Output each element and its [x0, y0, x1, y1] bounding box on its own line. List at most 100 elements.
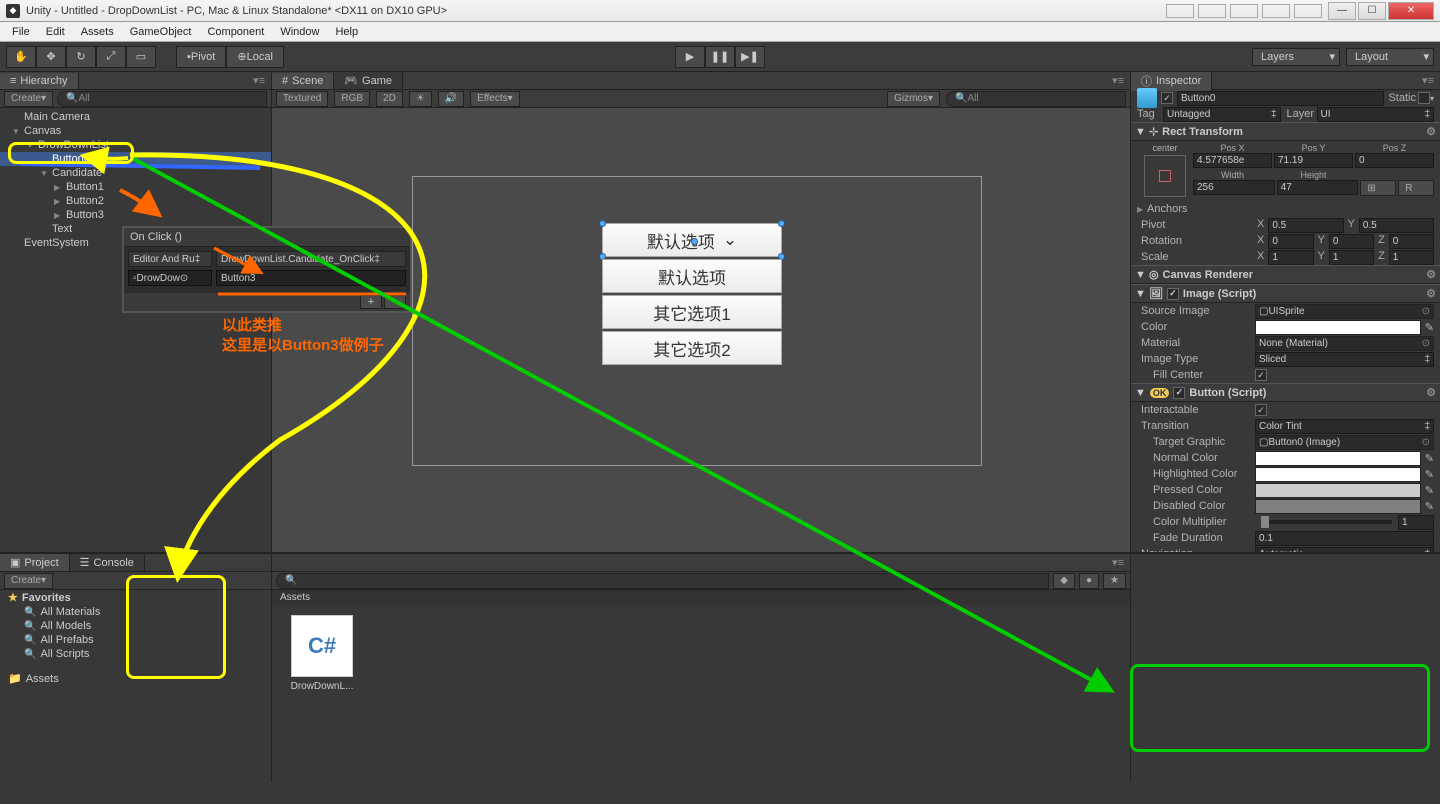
fade-duration-field[interactable]: 0.1 [1255, 531, 1434, 546]
object-name-field[interactable]: Button0 [1177, 91, 1384, 106]
assets-folder[interactable]: Assets [26, 673, 59, 685]
game-tab[interactable]: 🎮 Game [334, 72, 403, 89]
menu-edit[interactable]: Edit [38, 24, 73, 40]
filter-icon[interactable]: ● [1079, 573, 1099, 589]
image-header[interactable]: ▼ 🖼 ✓ Image (Script)⚙ [1131, 284, 1440, 303]
fav-item[interactable]: All Models [40, 620, 91, 632]
onclick-mode-dropdown[interactable]: Editor And Ru‡ [128, 251, 212, 267]
project-tab[interactable]: ▣ Project [0, 554, 70, 571]
anchor-preset[interactable]: center [1137, 143, 1193, 199]
layers-dropdown[interactable]: Layers [1252, 48, 1340, 66]
filter-icon[interactable]: ★ [1103, 573, 1126, 589]
eyedropper-icon[interactable]: ✎ [1421, 468, 1434, 481]
target-graphic-field[interactable]: ▢Button0 (Image)⊙ [1255, 435, 1434, 450]
menu-gameobject[interactable]: GameObject [122, 24, 200, 40]
rot-z[interactable]: 0 [1389, 234, 1434, 249]
raw-edit-icon[interactable]: R [1398, 180, 1434, 196]
gizmo-handle[interactable] [778, 220, 785, 227]
dropdown-header[interactable]: 默认选项 ⌄ [602, 223, 782, 257]
hierarchy-item[interactable]: ▼Candidate [0, 166, 271, 180]
hierarchy-item[interactable]: ▼DrowDownList [0, 138, 271, 152]
menu-component[interactable]: Component [199, 24, 272, 40]
gizmo-handle[interactable] [691, 238, 698, 245]
color-mult-slider[interactable] [1261, 520, 1392, 524]
menu-help[interactable]: Help [327, 24, 366, 40]
source-image-field[interactable]: ▢UISprite⊙ [1255, 304, 1434, 319]
scale-x[interactable]: 1 [1268, 250, 1313, 265]
project-create[interactable]: Create ▾ [4, 573, 53, 589]
rot-x[interactable]: 0 [1268, 234, 1313, 249]
highlight-color[interactable] [1255, 467, 1421, 482]
scene-light-icon[interactable]: ☀ [409, 91, 432, 107]
pivot-toggle[interactable]: ▪ Pivot [176, 46, 226, 68]
disabled-color[interactable] [1255, 499, 1421, 514]
scale-tool[interactable]: ⤢ [96, 46, 126, 68]
filter-icon[interactable]: ◆ [1053, 573, 1075, 589]
fav-item[interactable]: All Prefabs [40, 634, 93, 646]
height-field[interactable]: 47 [1277, 180, 1359, 195]
scene-tab[interactable]: # Scene [272, 73, 334, 89]
layer-dropdown[interactable]: UI‡ [1317, 107, 1435, 122]
scene-gizmos[interactable]: Gizmos ▾ [887, 91, 940, 107]
hierarchy-search[interactable]: 🔍All [57, 91, 267, 107]
step-button[interactable]: ▶❚ [735, 46, 765, 68]
hierarchy-tab[interactable]: ≡ Hierarchy [0, 73, 79, 89]
posy-field[interactable]: 71.19 [1274, 153, 1353, 168]
asset-script[interactable]: C# DrowDownL... [282, 615, 362, 692]
image-color-field[interactable] [1255, 320, 1421, 335]
hierarchy-item[interactable]: ▶Button1 [0, 180, 271, 194]
panel-menu-icon[interactable]: ▾≡ [1106, 556, 1130, 569]
button-header[interactable]: ▼ OK ✓ Button (Script)⚙ [1131, 383, 1440, 402]
hierarchy-item[interactable]: ▶Button2 [0, 194, 271, 208]
dropdown-option[interactable]: 其它选项2 [602, 331, 782, 365]
panel-menu-icon[interactable]: ▾≡ [1416, 74, 1440, 87]
close-button[interactable]: ✕ [1388, 2, 1434, 20]
gear-icon[interactable]: ⚙ [1426, 386, 1436, 399]
rect-tool[interactable]: ▭ [126, 46, 156, 68]
panel-menu-icon[interactable]: ▾≡ [247, 74, 271, 87]
scale-y[interactable]: 1 [1329, 250, 1374, 265]
eyedropper-icon[interactable]: ✎ [1421, 452, 1434, 465]
pressed-color[interactable] [1255, 483, 1421, 498]
onclick-object-field[interactable]: ▫DrowDow ⊙ [128, 270, 212, 286]
maximize-button[interactable]: ☐ [1358, 2, 1386, 20]
layout-dropdown[interactable]: Layout [1346, 48, 1434, 66]
gear-icon[interactable]: ⚙ [1426, 287, 1436, 300]
width-field[interactable]: 256 [1193, 180, 1275, 195]
console-tab[interactable]: ☰ Console [70, 554, 145, 571]
move-tool[interactable]: ✥ [36, 46, 66, 68]
posx-field[interactable]: 4.577658e [1193, 153, 1272, 168]
canvas-renderer-header[interactable]: ▼ ◎ Canvas Renderer⚙ [1131, 265, 1440, 284]
onclick-param-field[interactable]: Button3 [216, 270, 406, 286]
anchors-foldout[interactable]: Anchors [1147, 203, 1187, 215]
play-button[interactable]: ▶ [675, 46, 705, 68]
pause-button[interactable]: ❚❚ [705, 46, 735, 68]
scene-viewport[interactable]: 默认选项 ⌄ 默认选项 其它选项1 其它选项2 [272, 108, 1130, 552]
interactable-checkbox[interactable]: ✓ [1255, 404, 1267, 416]
eyedropper-icon[interactable]: ✎ [1421, 500, 1434, 513]
material-field[interactable]: None (Material)⊙ [1255, 336, 1434, 351]
minimize-button[interactable]: — [1328, 2, 1356, 20]
image-type-dropdown[interactable]: Sliced‡ [1255, 352, 1434, 367]
scene-2d[interactable]: 2D [376, 91, 403, 107]
tag-dropdown[interactable]: Untagged‡ [1163, 107, 1281, 122]
static-checkbox[interactable] [1418, 92, 1430, 104]
hierarchy-item[interactable]: ▼Canvas [0, 124, 271, 138]
breadcrumb[interactable]: Assets [272, 590, 1130, 605]
scene-rgb[interactable]: RGB [334, 91, 370, 107]
hierarchy-item[interactable]: ▶Button3 [0, 208, 271, 222]
transition-dropdown[interactable]: Color Tint‡ [1255, 419, 1434, 434]
normal-color[interactable] [1255, 451, 1421, 466]
blueprint-icon[interactable]: ⊞ [1360, 180, 1396, 196]
scene-audio-icon[interactable]: 🔊 [438, 91, 464, 107]
onclick-remove-button[interactable]: − [384, 295, 406, 309]
menu-file[interactable]: File [4, 24, 38, 40]
hierarchy-item[interactable]: Button0 [0, 152, 271, 166]
scene-shading[interactable]: Textured [276, 91, 328, 107]
eyedropper-icon[interactable]: ✎ [1421, 321, 1434, 334]
hierarchy-item[interactable]: Main Camera [0, 110, 271, 124]
active-checkbox[interactable]: ✓ [1161, 92, 1173, 104]
rotate-tool[interactable]: ↻ [66, 46, 96, 68]
rot-y[interactable]: 0 [1329, 234, 1374, 249]
scale-z[interactable]: 1 [1389, 250, 1434, 265]
